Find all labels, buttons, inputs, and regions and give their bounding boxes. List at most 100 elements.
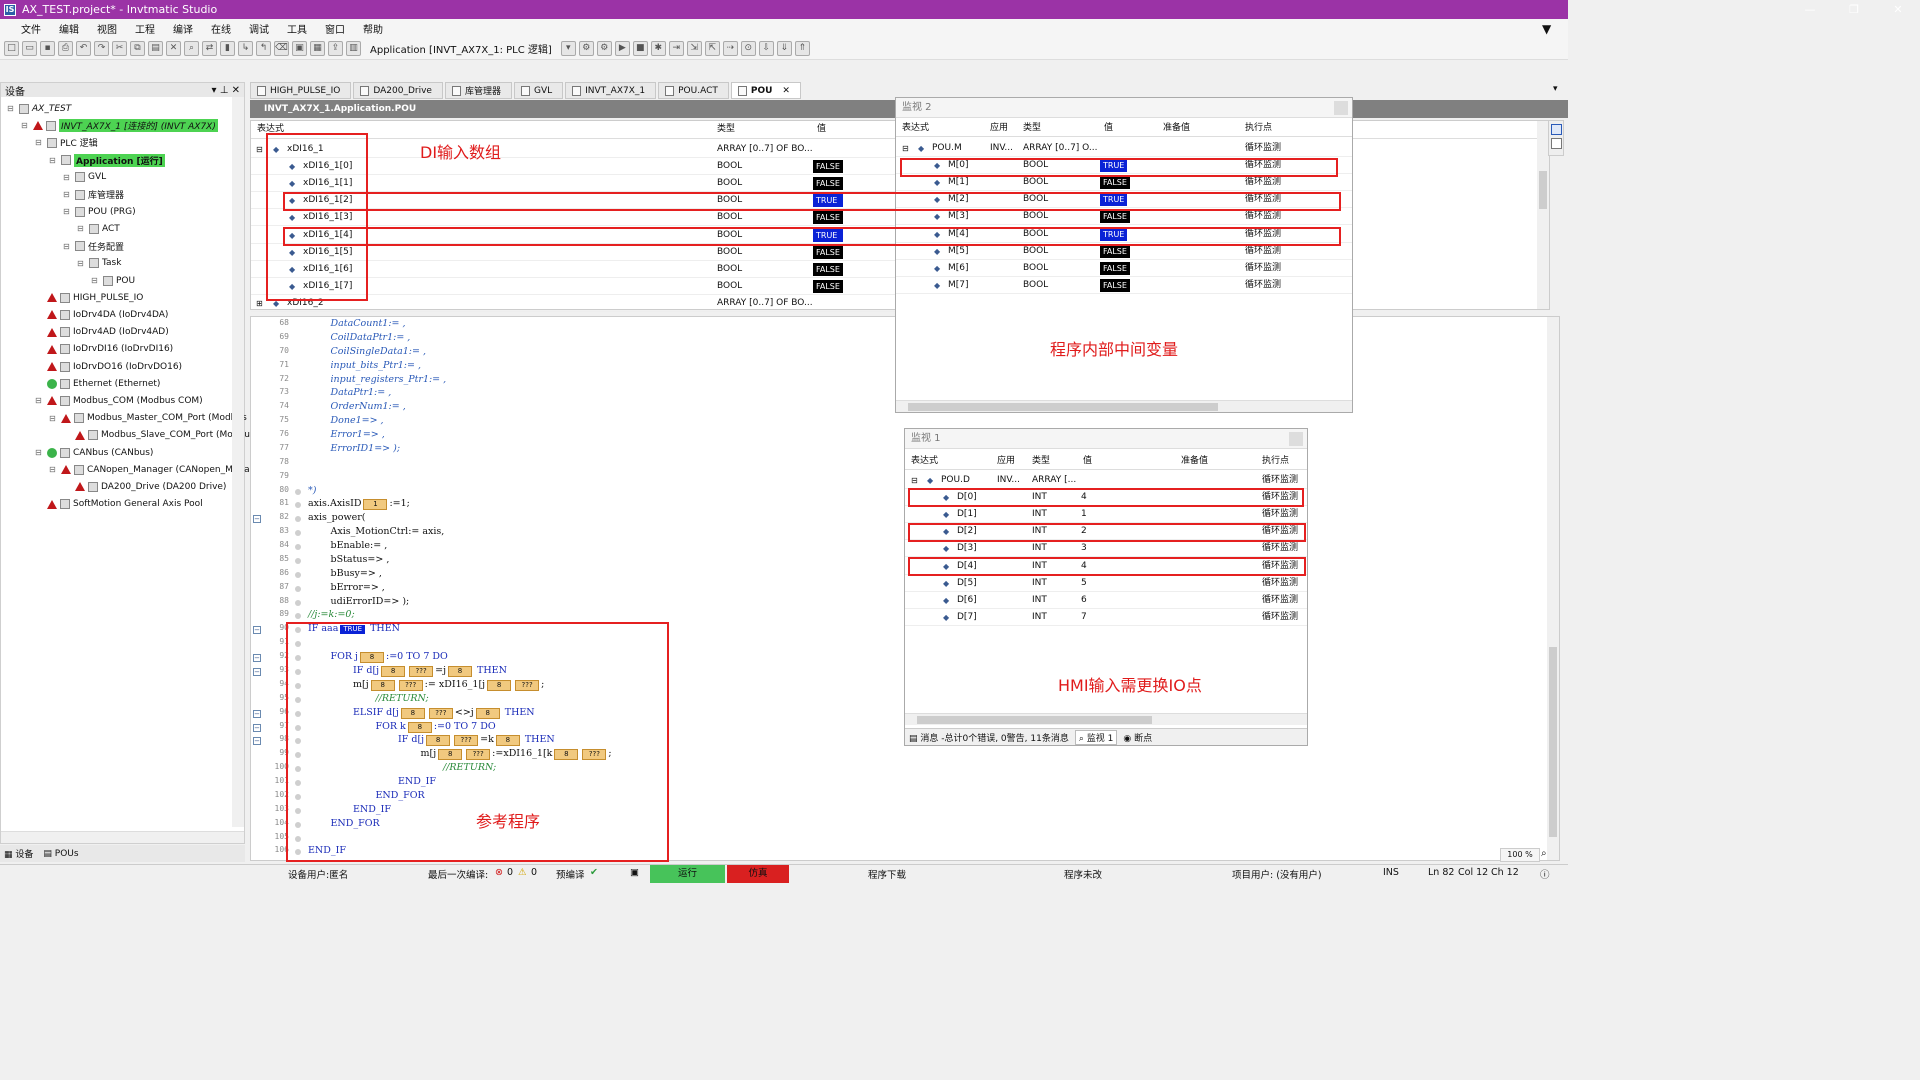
tree-item[interactable]: IoDrv4DA (IoDrv4DA) [35,306,168,323]
code-scrollbar[interactable] [1547,317,1559,860]
delete-icon[interactable]: ✕ [166,41,181,56]
watch2-close-button[interactable] [1334,101,1348,115]
unforce-icon[interactable]: ⇑ [794,41,810,56]
tree-item[interactable]: ⊟ AX_TEST [7,100,71,117]
chevron-down-icon[interactable]: ▾ [560,41,576,56]
watch-row[interactable]: ⊟ ◆ POU.M INV... ARRAY [0..7] O... 循环监测 [896,140,1352,157]
doc-tab[interactable]: DA200_Drive [353,82,443,99]
step-into-icon[interactable]: ⇲ [686,41,702,56]
cut-icon[interactable]: ✂ [112,41,127,56]
close-icon[interactable]: ✕ [1876,0,1920,19]
panel-controls[interactable]: ▾ ⊥ ✕ [212,85,240,96]
open-icon[interactable]: ▭ [22,41,37,56]
doc-tab[interactable]: 库管理器 [444,82,512,99]
tree-item[interactable]: ⊟ Modbus_COM (Modbus COM) [35,392,203,409]
prev-bookmark-icon[interactable]: ↰ [256,41,271,56]
toolbox-icon[interactable] [1551,138,1562,149]
dropdown-arrow-icon[interactable]: ▼ [1542,22,1556,36]
restore-icon[interactable]: ❐ [1832,0,1876,19]
watch-row[interactable]: ◆ D[7] INT 7 循环监测 [905,609,1307,626]
fold-icon[interactable]: − [253,723,261,732]
redo-icon[interactable]: ↷ [94,41,109,56]
write-values-icon[interactable]: ⇩ [758,41,774,56]
expand-icon[interactable]: ⊟ [49,465,59,474]
breakpoint-gutter[interactable] [295,599,301,606]
watch-row[interactable]: ⊟ ◆ POU.D INV... ARRAY [... 循环监测 [905,472,1307,489]
doc-tab[interactable]: POU ✕ [730,82,801,99]
breakpoint-gutter[interactable] [295,530,301,537]
expand-icon[interactable]: ⊟ [91,276,101,285]
zoom-icon[interactable]: ⌕ [1541,848,1555,862]
fold-icon[interactable]: − [253,709,261,718]
tree-item[interactable]: HIGH_PULSE_IO [35,289,143,306]
close-tab-icon[interactable]: ✕ [782,86,790,96]
tree-item[interactable]: ⊟ POU (PRG) [63,203,136,220]
replace-icon[interactable]: ⇄ [202,41,217,56]
expand-icon[interactable]: ⊟ [7,104,17,113]
tree-item[interactable]: ⊟ Application [运行] [49,152,165,169]
doc-tab[interactable]: INVT_AX7X_1 [565,82,657,99]
expand-icon[interactable]: ⊞ [256,295,263,312]
bookmark-icon[interactable]: ▮ [220,41,235,56]
fold-icon[interactable]: − [253,668,261,676]
copy-icon[interactable]: ⧉ [130,41,145,56]
menu-item[interactable]: 帮助 [354,21,392,36]
menu-item[interactable]: 视图 [88,21,126,36]
clear-bookmark-icon[interactable]: ⌫ [274,41,289,56]
print-icon[interactable]: ⎙ [58,41,73,56]
status-info-icon[interactable]: ⓘ [1540,867,1550,881]
doc-tab[interactable]: HIGH_PULSE_IO [250,82,352,99]
fold-icon[interactable]: − [253,737,261,746]
expand-icon[interactable]: ⊟ [77,224,87,233]
stop-icon[interactable]: ■ [632,41,648,56]
watch-row[interactable]: ◆ M[7] BOOL FALSE 循环监测 [896,277,1352,294]
doc-tab[interactable]: POU.ACT [658,82,729,99]
expand-icon[interactable]: ⊟ [35,448,45,457]
grid-icon[interactable]: ▦ [310,41,325,56]
breakpoint-gutter[interactable] [295,544,301,551]
expand-icon[interactable]: ⊟ [902,140,909,157]
menu-item[interactable]: 调试 [240,21,278,36]
expand-icon[interactable]: ⊟ [35,396,45,405]
expand-icon[interactable]: ⊟ [77,259,87,268]
save-icon[interactable]: ▪ [40,41,55,56]
breakpoint-gutter[interactable] [295,502,301,509]
tree-item[interactable]: Ethernet (Ethernet) [35,375,160,392]
breakpoint-gutter[interactable] [295,613,301,620]
expand-icon[interactable]: ⊟ [35,138,45,147]
find-icon[interactable]: ⌕ [184,41,199,56]
watch-row[interactable]: ◆ D[5] INT 5 循环监测 [905,575,1307,592]
force-values-icon[interactable]: ⇓ [776,41,792,56]
fold-icon[interactable]: − [253,626,261,635]
breakpoint-gutter[interactable] [295,585,301,592]
tab-messages[interactable]: ▤ 消息 -总计0个错误, 0警告, 11条消息 [909,731,1069,744]
new-icon[interactable]: □ [4,41,19,56]
step-out-icon[interactable]: ⇱ [704,41,720,56]
menu-item[interactable]: 在线 [202,21,240,36]
expand-icon[interactable]: ⊟ [21,121,31,130]
tree-item[interactable]: ⊟ INVT_AX7X_1 [连接的] (INVT AX7X) [21,117,218,134]
expand-icon[interactable]: ⊟ [63,173,73,182]
expand-icon[interactable]: ⊟ [63,207,73,216]
inline-value[interactable]: 1 [363,499,388,511]
tree-item[interactable]: ⊟ Task [77,255,121,272]
watch-row[interactable]: ◆ M[6] BOOL FALSE 循环监测 [896,260,1352,277]
application-selector[interactable]: Application [INVT_AX7X_1: PLC 逻辑] [364,41,558,56]
tree-item[interactable]: ⊟ ACT [77,220,120,237]
breakpoint-gutter[interactable] [295,571,301,578]
tree-item[interactable]: ⊟ GVL [63,169,106,186]
watch-row[interactable]: ◆ D[3] INT 3 循环监测 [905,540,1307,558]
watch-row[interactable]: ◆ D[6] INT 6 循环监测 [905,592,1307,609]
menu-item[interactable]: 文件 [12,21,50,36]
tree-item[interactable]: ⊟ 任务配置 [63,238,124,255]
menu-item[interactable]: 工程 [126,21,164,36]
expand-icon[interactable]: ⊟ [49,414,59,423]
tab-watch1[interactable]: ⌕ 监视 1 [1074,729,1118,745]
watch2-hscroll[interactable] [896,400,1352,412]
tree-item[interactable]: IoDrv4AD (IoDrv4AD) [35,324,169,341]
step-over-icon[interactable]: ⇥ [668,41,684,56]
tree-item[interactable]: ⊟ CANopen_Manager (CANopen_Manag [49,461,255,478]
screen-icon[interactable]: ▥ [346,41,361,56]
logout-icon[interactable]: ⚙ [596,41,612,56]
device-panel-hscroll[interactable] [1,831,244,843]
